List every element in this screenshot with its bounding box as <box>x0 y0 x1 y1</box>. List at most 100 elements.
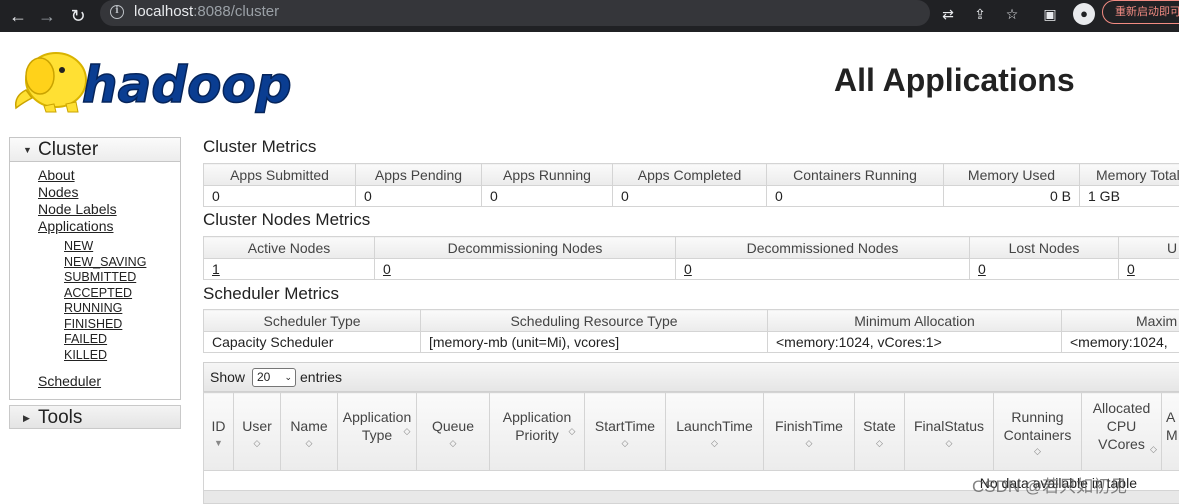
forward-arrow-icon[interactable]: → <box>35 4 59 28</box>
bookmark-star-icon[interactable]: ☆ <box>1002 4 1022 24</box>
datatable-length-bar: Show 20 ⌄ entries <box>203 362 1179 392</box>
minimum-allocation-value: <memory:1024, vCores:1> <box>767 331 1062 353</box>
sort-icon: ◇ <box>1150 444 1157 454</box>
translate-icon[interactable]: ⇄ <box>938 4 958 24</box>
cluster-metrics-table: Apps Submitted Apps Pending Apps Running… <box>203 163 1179 207</box>
profile-icon[interactable]: ● <box>1073 3 1095 25</box>
col-allocated-memory[interactable]: AM <box>1161 392 1179 471</box>
col-maximum-allocation: Maxim <box>1061 309 1179 332</box>
tools-section-header[interactable]: ▶ Tools <box>9 405 181 429</box>
app-state-killed[interactable]: KILLED <box>38 348 180 364</box>
col-decommissioned-nodes: Decommissioned Nodes <box>675 236 970 259</box>
metric-memory-used: 0 B <box>943 185 1080 207</box>
metric-apps-submitted: 0 <box>203 185 356 207</box>
decommissioning-nodes-link[interactable]: 0 <box>383 261 391 277</box>
metric-containers-running: 0 <box>766 185 944 207</box>
elephant-icon <box>14 52 87 113</box>
sort-icon: ◇ <box>568 426 576 436</box>
unhealthy-nodes-link[interactable]: 0 <box>1127 261 1135 277</box>
col-state[interactable]: State ◇ <box>854 392 905 471</box>
sort-icon: ◇ <box>403 426 411 436</box>
app-state-new[interactable]: NEW <box>38 239 180 255</box>
sidebar-cluster-panel: ▼ Cluster About Nodes Node Labels Applic… <box>9 137 181 400</box>
col-apps-running: Apps Running <box>481 163 613 186</box>
sidebar-link-about[interactable]: About <box>38 167 180 184</box>
sort-icon: ◇ <box>253 438 261 448</box>
scheduler-type-value: Capacity Scheduler <box>203 331 421 353</box>
back-arrow-icon[interactable]: ← <box>6 4 30 28</box>
lost-nodes-link[interactable]: 0 <box>978 261 986 277</box>
sort-desc-icon: ▼ <box>214 438 223 448</box>
scheduling-resource-type-value: [memory-mb (unit=Mi), vcores] <box>420 331 768 353</box>
restart-button[interactable]: 重新启动即可 <box>1102 0 1179 24</box>
scheduler-metrics-table: Scheduler Type Scheduling Resource Type … <box>203 309 1179 353</box>
col-memory-used: Memory Used <box>943 163 1080 186</box>
app-state-finished[interactable]: FINISHED <box>38 317 180 333</box>
nodes-metrics-table: Active Nodes Decommissioning Nodes Decom… <box>203 236 1179 280</box>
col-application-type[interactable]: Application Type ◇ <box>337 392 417 471</box>
col-application-priority[interactable]: Application Priority ◇ <box>489 392 585 471</box>
col-unhealthy-nodes: U <box>1118 236 1179 259</box>
cluster-metrics-title: Cluster Metrics <box>203 137 317 156</box>
col-apps-completed: Apps Completed <box>612 163 767 186</box>
col-apps-submitted: Apps Submitted <box>203 163 356 186</box>
maximum-allocation-value: <memory:1024, <box>1061 331 1179 353</box>
sort-icon: ◇ <box>945 438 953 448</box>
col-containers-running: Containers Running <box>766 163 944 186</box>
col-lost-nodes: Lost Nodes <box>969 236 1119 259</box>
col-allocated-cpu-vcores[interactable]: Allocated CPU VCores ◇ <box>1081 392 1162 471</box>
col-finish-time[interactable]: FinishTime ◇ <box>763 392 855 471</box>
nodes-metrics-title: Cluster Nodes Metrics <box>203 210 371 229</box>
app-state-accepted[interactable]: ACCEPTED <box>38 286 180 302</box>
site-info-icon[interactable]: i <box>110 5 124 19</box>
browser-toolbar: ← → ↻ i localhost:8088/cluster ⇄ ⇪ ☆ ▣ ●… <box>0 0 1179 32</box>
sidebar-link-node-labels[interactable]: Node Labels <box>38 201 180 218</box>
sort-icon: ◇ <box>876 438 883 448</box>
sort-icon: ◇ <box>621 438 629 448</box>
active-nodes-link[interactable]: 1 <box>212 261 220 277</box>
expand-triangle-icon: ▶ <box>23 413 30 423</box>
col-apps-pending: Apps Pending <box>355 163 482 186</box>
show-label: Show <box>210 369 246 385</box>
sidebar-link-applications[interactable]: Applications <box>38 218 180 235</box>
col-id[interactable]: ID ▼ <box>203 392 234 471</box>
url-text: localhost:8088/cluster <box>134 3 280 20</box>
app-state-new-saving[interactable]: NEW_SAVING <box>38 255 180 271</box>
decommissioned-nodes-link[interactable]: 0 <box>684 261 692 277</box>
col-active-nodes: Active Nodes <box>203 236 375 259</box>
col-minimum-allocation: Minimum Allocation <box>767 309 1062 332</box>
hadoop-logo[interactable]: hadoop <box>10 40 310 114</box>
metric-apps-completed: 0 <box>612 185 767 207</box>
sort-icon: ◇ <box>711 438 718 448</box>
col-memory-total: Memory Total <box>1079 163 1179 186</box>
reload-icon[interactable]: ↻ <box>66 4 90 28</box>
col-launch-time[interactable]: LaunchTime ◇ <box>665 392 764 471</box>
col-final-status[interactable]: FinalStatus ◇ <box>904 392 994 471</box>
scheduler-metrics-title: Scheduler Metrics <box>203 284 340 303</box>
col-scheduling-resource-type: Scheduling Resource Type <box>420 309 768 332</box>
col-name[interactable]: Name ◇ <box>280 392 338 471</box>
app-state-submitted[interactable]: SUBMITTED <box>38 270 180 286</box>
metric-apps-running: 0 <box>481 185 613 207</box>
share-icon[interactable]: ⇪ <box>970 4 990 24</box>
col-start-time[interactable]: StartTime ◇ <box>584 392 666 471</box>
address-bar[interactable]: i localhost:8088/cluster <box>100 0 930 26</box>
col-decommissioning-nodes: Decommissioning Nodes <box>374 236 676 259</box>
metric-memory-total: 1 GB <box>1079 185 1179 207</box>
sort-icon: ◇ <box>805 438 813 448</box>
side-panel-icon[interactable]: ▣ <box>1040 4 1060 24</box>
collapse-triangle-icon: ▼ <box>23 145 32 155</box>
sidebar-link-nodes[interactable]: Nodes <box>38 184 180 201</box>
sort-icon: ◇ <box>1034 446 1041 456</box>
svg-text:hadoop: hadoop <box>82 56 292 114</box>
cluster-section-header[interactable]: ▼ Cluster <box>10 138 180 162</box>
sort-icon: ◇ <box>305 438 313 448</box>
col-user[interactable]: User ◇ <box>233 392 281 471</box>
sidebar-link-scheduler[interactable]: Scheduler <box>38 373 180 390</box>
app-state-running[interactable]: RUNNING <box>38 301 180 317</box>
col-queue[interactable]: Queue ◇ <box>416 392 490 471</box>
entries-per-page-select[interactable]: 20 ⌄ <box>252 368 296 387</box>
col-running-containers[interactable]: Running Containers ◇ <box>993 392 1082 471</box>
watermark-text: CSDN @若只如初见 <box>972 477 1128 496</box>
app-state-failed[interactable]: FAILED <box>38 332 180 348</box>
